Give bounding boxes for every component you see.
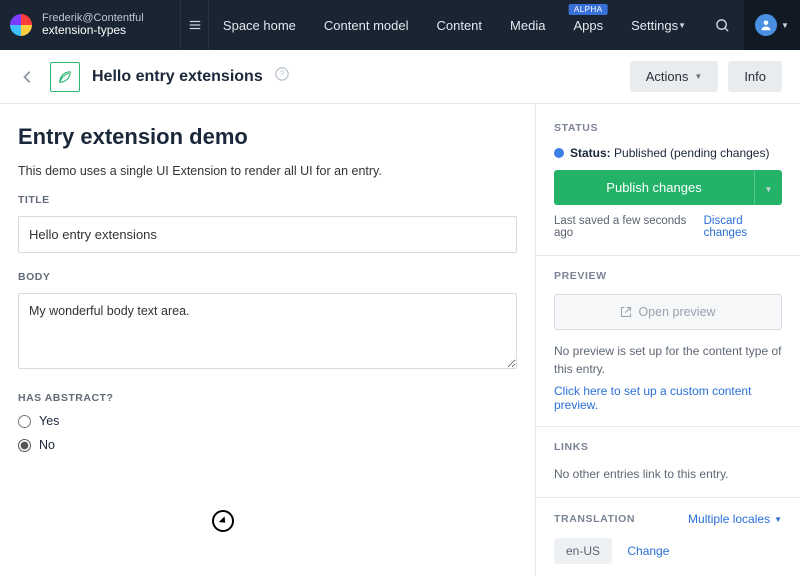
publish-more-button[interactable]: ▼	[754, 170, 782, 205]
status-row: Status: Published (pending changes)	[554, 146, 782, 160]
alpha-badge: ALPHA	[569, 4, 608, 15]
open-preview-label: Open preview	[638, 305, 715, 319]
links-heading: LINKS	[554, 441, 782, 453]
field-abstract: HAS ABSTRACT? Yes No	[18, 392, 517, 452]
field-body: BODY My wonderful body text area.	[18, 271, 517, 374]
chevron-down-icon: ▼	[774, 515, 782, 524]
title-input[interactable]	[18, 216, 517, 253]
user-menu[interactable]: ▼	[744, 0, 800, 50]
body-textarea[interactable]: My wonderful body text area.	[18, 293, 517, 369]
preview-empty-text: No preview is set up for the content typ…	[554, 342, 782, 378]
entry-title: Hello entry extensions	[92, 68, 263, 86]
locale-row: en-US Change	[554, 526, 782, 564]
sidebar: STATUS Status: Published (pending change…	[536, 104, 800, 576]
change-locale-link[interactable]: Change	[627, 544, 669, 558]
user-icon	[760, 19, 772, 31]
brand-text: Frederik@Contentful extension-types	[42, 12, 144, 38]
abstract-yes-label: Yes	[39, 414, 59, 428]
nav-apps-label: Apps	[573, 18, 603, 33]
translation-mode-select[interactable]: Multiple locales ▼	[688, 512, 782, 526]
search-icon	[715, 18, 730, 33]
translation-mode-label: Multiple locales	[688, 512, 770, 526]
status-value: Published (pending changes)	[614, 146, 769, 160]
nav-items: Space home Content model Content Media A…	[209, 0, 700, 50]
workbench-body: Entry extension demo This demo uses a si…	[0, 104, 800, 576]
status-heading: STATUS	[554, 122, 782, 134]
brand: Frederik@Contentful extension-types	[0, 12, 180, 38]
page-description: This demo uses a single UI Extension to …	[18, 164, 517, 178]
links-empty-text: No other entries link to this entry.	[554, 465, 782, 483]
chevron-down-icon: ▼	[678, 21, 686, 30]
nav-media[interactable]: Media	[496, 0, 559, 50]
field-title: TITLE	[18, 194, 517, 253]
nav-settings[interactable]: Settings ▼	[617, 0, 700, 50]
field-body-label: BODY	[18, 271, 517, 283]
abstract-yes-radio[interactable]	[18, 415, 31, 428]
help-icon[interactable]: ?	[275, 67, 289, 86]
publish-wrap: Publish changes ▼	[554, 170, 782, 205]
actions-label: Actions	[646, 69, 689, 84]
workbench-actions: Actions ▼ Info	[630, 61, 782, 92]
avatar	[755, 14, 777, 36]
cursor-indicator	[212, 510, 234, 532]
chevron-down-icon: ▼	[781, 21, 789, 30]
info-button[interactable]: Info	[728, 61, 782, 92]
logo-icon	[10, 14, 32, 36]
divider	[536, 497, 800, 498]
translation-row: TRANSLATION Multiple locales ▼	[554, 512, 782, 526]
svg-text:?: ?	[280, 70, 285, 79]
nav-space-home[interactable]: Space home	[209, 0, 310, 50]
external-link-icon	[620, 306, 632, 318]
preview-heading: PREVIEW	[554, 270, 782, 282]
nav-content-model[interactable]: Content model	[310, 0, 423, 50]
translation-heading: TRANSLATION	[554, 513, 635, 525]
search-button[interactable]	[700, 0, 744, 50]
locale-chip: en-US	[554, 538, 612, 564]
hamburger-icon	[188, 18, 202, 32]
divider	[536, 426, 800, 427]
preview-setup-link[interactable]: Click here to set up a custom content pr…	[554, 384, 782, 412]
publish-button[interactable]: Publish changes	[554, 170, 754, 205]
page-title: Entry extension demo	[18, 124, 517, 150]
space-name: extension-types	[42, 24, 144, 38]
chevron-left-icon	[21, 70, 35, 84]
field-title-label: TITLE	[18, 194, 517, 206]
status-dot-icon	[554, 148, 564, 158]
chevron-down-icon: ▼	[694, 72, 702, 81]
back-button[interactable]	[18, 67, 38, 87]
nav-settings-label: Settings	[631, 18, 678, 33]
nav-apps[interactable]: ALPHA Apps	[559, 0, 617, 50]
divider	[536, 255, 800, 256]
main-panel: Entry extension demo This demo uses a si…	[0, 104, 536, 576]
saved-row: Last saved a few seconds ago Discard cha…	[554, 215, 782, 239]
field-abstract-label: HAS ABSTRACT?	[18, 392, 517, 404]
chevron-down-icon: ▼	[765, 185, 773, 194]
workbench-header: Hello entry extensions ? Actions ▼ Info	[0, 50, 800, 104]
nav-content[interactable]: Content	[422, 0, 496, 50]
abstract-yes[interactable]: Yes	[18, 414, 517, 428]
status-label: Status:	[570, 146, 611, 160]
sidebar-toggle[interactable]	[180, 0, 209, 50]
entry-type-icon	[50, 62, 80, 92]
topnav-right: ▼	[700, 0, 800, 50]
last-saved-text: Last saved a few seconds ago	[554, 215, 696, 239]
abstract-no-label: No	[39, 438, 55, 452]
actions-button[interactable]: Actions ▼	[630, 61, 719, 92]
discard-link[interactable]: Discard changes	[704, 215, 782, 239]
abstract-no-radio[interactable]	[18, 439, 31, 452]
abstract-no[interactable]: No	[18, 438, 517, 452]
top-nav: Frederik@Contentful extension-types Spac…	[0, 0, 800, 50]
leaf-icon	[56, 68, 74, 86]
open-preview-button[interactable]: Open preview	[554, 294, 782, 330]
